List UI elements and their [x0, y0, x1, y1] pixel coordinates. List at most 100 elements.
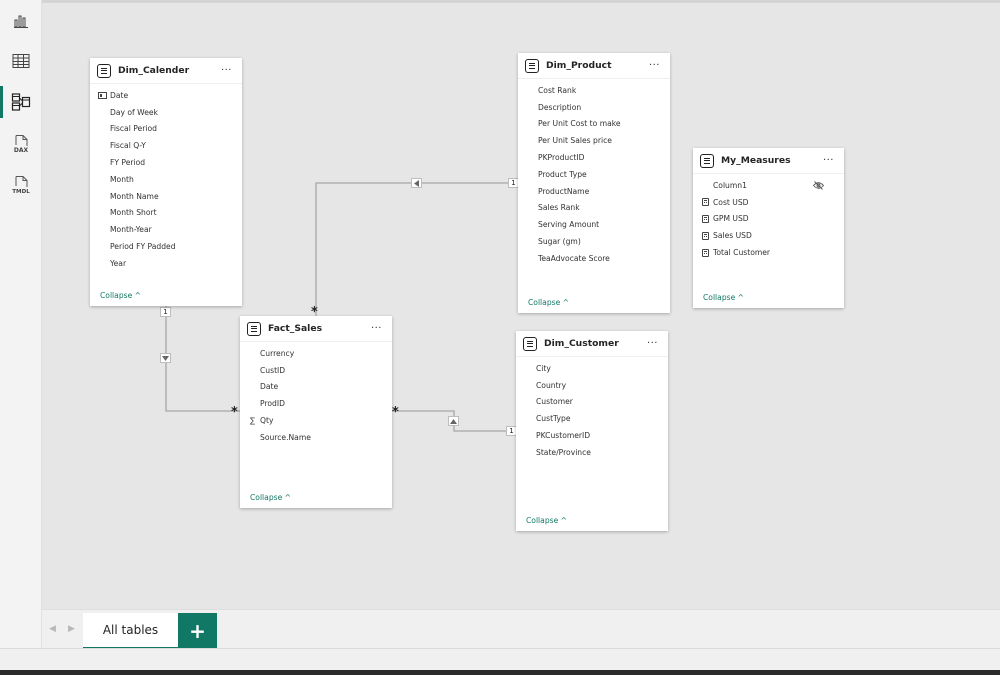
filter-direction-marker — [160, 353, 171, 363]
field-name: Qty — [260, 416, 274, 426]
field-row[interactable]: Customer — [516, 394, 668, 411]
field-name: Serving Amount — [538, 220, 600, 230]
scroll-right-icon[interactable]: ▶ — [68, 624, 76, 634]
more-options-button[interactable]: ··· — [823, 155, 834, 166]
field-name: Month — [110, 174, 134, 184]
arrow-up-icon — [450, 418, 457, 424]
table-icon — [525, 58, 539, 73]
field-row[interactable]: Cost Rank — [518, 82, 670, 99]
field-row[interactable]: Column1 — [693, 177, 844, 194]
field-row[interactable]: State/Province — [516, 444, 668, 461]
field-row[interactable]: Date — [240, 379, 392, 396]
field-row[interactable]: Per Unit Cost to make — [518, 116, 670, 133]
field-name: ProdID — [260, 399, 285, 409]
view-rail: DAX TMDL — [0, 0, 42, 648]
table-card-dim-calender[interactable]: Dim_Calender ··· Date Day of Week Fiscal… — [90, 58, 242, 306]
table-card-header[interactable]: Fact_Sales ··· — [240, 316, 392, 342]
field-row[interactable]: Sales Rank — [518, 200, 670, 217]
field-row[interactable]: Currency — [240, 345, 392, 362]
more-options-button[interactable]: ··· — [647, 338, 658, 349]
collapse-button[interactable]: Collapse ^ — [250, 493, 291, 502]
field-name: Product Type — [538, 169, 587, 179]
field-row[interactable]: PKProductID — [518, 149, 670, 166]
report-view-button[interactable] — [0, 3, 42, 39]
collapse-button[interactable]: Collapse ^ — [100, 291, 141, 300]
field-row[interactable]: GPM USD — [693, 211, 844, 228]
field-name: GPM USD — [713, 214, 749, 224]
table-icon — [700, 153, 714, 168]
field-row[interactable]: Country — [516, 377, 668, 394]
field-name: ProductName — [538, 186, 590, 196]
dax-query-view-icon: DAX — [14, 135, 28, 154]
field-row[interactable]: Fiscal Period — [90, 121, 242, 138]
cardinality-many-fact-right: * — [392, 405, 399, 420]
field-row[interactable]: Date — [90, 87, 242, 104]
field-row[interactable]: Description — [518, 99, 670, 116]
field-row[interactable]: Month Short — [90, 205, 242, 222]
measure-icon — [701, 231, 710, 240]
field-row[interactable]: Month Name — [90, 188, 242, 205]
table-card-my-measures[interactable]: My_Measures ··· Column1 Cost USD GPM USD… — [693, 148, 844, 308]
field-row[interactable]: CustID — [240, 362, 392, 379]
measure-icon — [701, 215, 710, 224]
field-row[interactable]: TeaAdvocate Score — [518, 250, 670, 267]
field-row[interactable]: Source.Name — [240, 429, 392, 446]
field-row[interactable]: Sugar (gm) — [518, 233, 670, 250]
field-row[interactable]: Serving Amount — [518, 216, 670, 233]
field-row[interactable]: Month-Year — [90, 221, 242, 238]
table-card-dim-product[interactable]: Dim_Product ··· Cost Rank Description Pe… — [518, 53, 670, 313]
field-row[interactable]: Day of Week — [90, 104, 242, 121]
collapse-button[interactable]: Collapse ^ — [528, 298, 569, 307]
dax-query-view-button[interactable]: DAX — [0, 126, 42, 162]
field-row[interactable]: Total Customer — [693, 244, 844, 261]
field-name: Country — [536, 380, 567, 390]
field-row[interactable]: CustType — [516, 410, 668, 427]
field-row[interactable]: ∑ Qty — [240, 412, 392, 429]
field-row[interactable]: Cost USD — [693, 194, 844, 211]
field-name: Sales Rank — [538, 203, 580, 213]
table-card-header[interactable]: Dim_Product ··· — [518, 53, 670, 79]
field-row[interactable]: PKCustomerID — [516, 427, 668, 444]
model-view-button[interactable] — [0, 84, 42, 120]
field-name: Month-Year — [110, 225, 152, 235]
field-name: Day of Week — [110, 107, 158, 117]
more-options-button[interactable]: ··· — [221, 65, 232, 76]
table-view-button[interactable] — [0, 43, 42, 79]
tmdl-view-button[interactable]: TMDL — [0, 167, 42, 203]
measure-icon — [701, 248, 710, 257]
cardinality-many-fact-left: * — [231, 405, 238, 420]
field-name: Month Short — [110, 208, 157, 218]
field-row[interactable]: Period FY Padded — [90, 238, 242, 255]
cardinality-one-calender: 1 — [160, 307, 171, 317]
field-row[interactable]: Product Type — [518, 166, 670, 183]
tab-all-tables[interactable]: All tables — [83, 613, 178, 649]
more-options-button[interactable]: ··· — [649, 60, 660, 71]
report-view-icon — [14, 15, 28, 28]
table-view-icon — [12, 54, 30, 68]
add-layout-button[interactable]: + — [178, 613, 217, 649]
table-card-fact-sales[interactable]: Fact_Sales ··· Currency CustID Date Prod… — [240, 316, 392, 508]
more-options-button[interactable]: ··· — [371, 323, 382, 334]
table-card-header[interactable]: Dim_Customer ··· — [516, 331, 668, 357]
tmdl-label: TMDL — [12, 189, 30, 195]
collapse-button[interactable]: Collapse ^ — [526, 516, 567, 525]
field-row[interactable]: ProdID — [240, 395, 392, 412]
field-row[interactable]: Sales USD — [693, 227, 844, 244]
hidden-eye-icon[interactable] — [812, 181, 825, 192]
table-title: My_Measures — [721, 155, 791, 166]
scroll-left-icon[interactable]: ◀ — [49, 624, 57, 634]
table-card-dim-customer[interactable]: Dim_Customer ··· City Country Customer C… — [516, 331, 668, 531]
tmdl-view-icon: TMDL — [12, 176, 30, 195]
field-row[interactable]: Per Unit Sales price — [518, 132, 670, 149]
table-card-header[interactable]: Dim_Calender ··· — [90, 58, 242, 84]
field-row[interactable]: Year — [90, 255, 242, 272]
sigma-icon: ∑ — [249, 416, 256, 426]
collapse-button[interactable]: Collapse ^ — [703, 293, 744, 302]
field-row[interactable]: FY Period — [90, 154, 242, 171]
field-row[interactable]: Fiscal Q-Y — [90, 137, 242, 154]
field-row[interactable]: Month — [90, 171, 242, 188]
table-card-header[interactable]: My_Measures ··· — [693, 148, 844, 174]
field-row[interactable]: ProductName — [518, 183, 670, 200]
field-row[interactable]: City — [516, 360, 668, 377]
field-name: CustType — [536, 414, 571, 424]
